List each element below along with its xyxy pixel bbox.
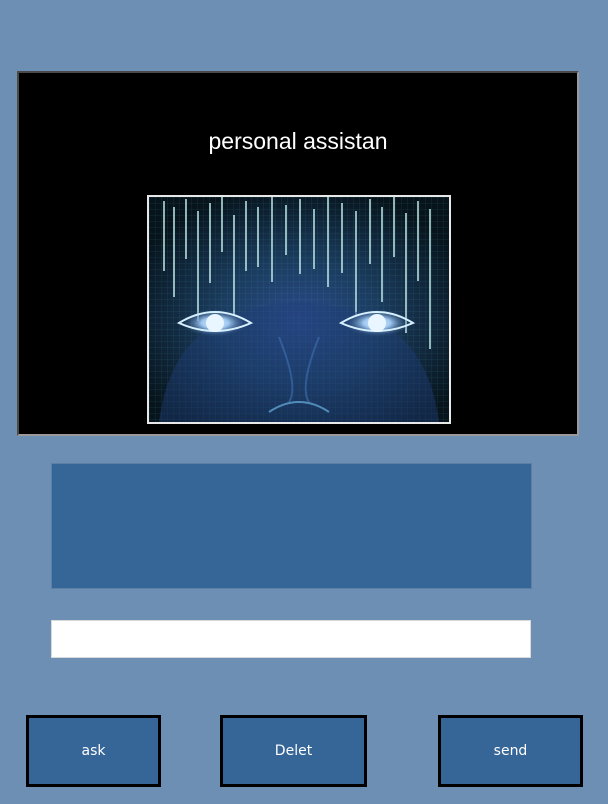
header-panel: personal assistan <box>17 71 579 436</box>
ai-face-icon <box>149 197 449 422</box>
query-input[interactable] <box>51 620 531 658</box>
response-display <box>51 463 532 589</box>
app-title: personal assistan <box>208 128 388 154</box>
assistant-avatar-image <box>147 195 451 424</box>
delete-button[interactable]: Delet <box>220 715 367 787</box>
ask-button[interactable]: ask <box>26 715 161 787</box>
send-button[interactable]: send <box>438 715 583 787</box>
